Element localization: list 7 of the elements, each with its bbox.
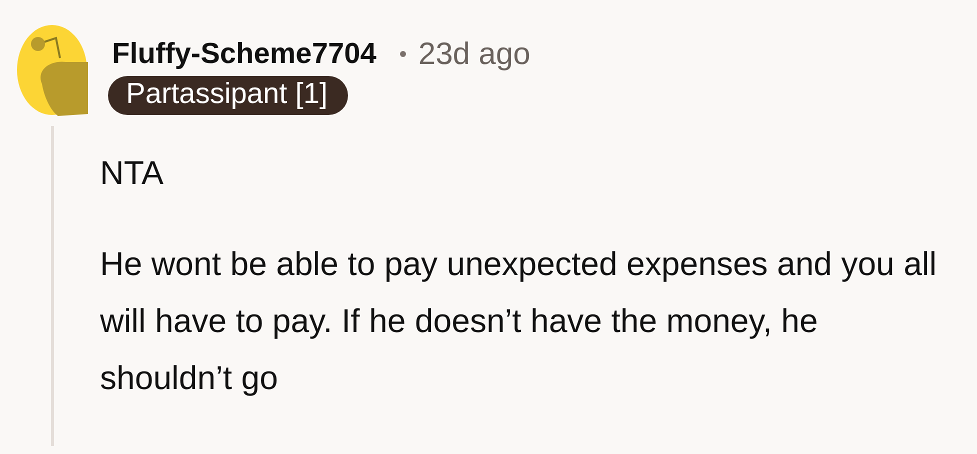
avatar-icon[interactable] — [16, 24, 88, 116]
comment-paragraph: NTA — [100, 153, 165, 193]
separator-dot — [400, 51, 406, 57]
comment-paragraph: He wont be able to pay unexpected expenses and you all will have to pay. If he doesn’t have the money, he shouldn’t go — [100, 244, 938, 398]
timestamp[interactable]: 23d ago — [418, 36, 530, 72]
username[interactable]: Fluffy-Scheme7704 — [112, 38, 376, 70]
user-flair: Partassipant [1] — [108, 76, 348, 115]
